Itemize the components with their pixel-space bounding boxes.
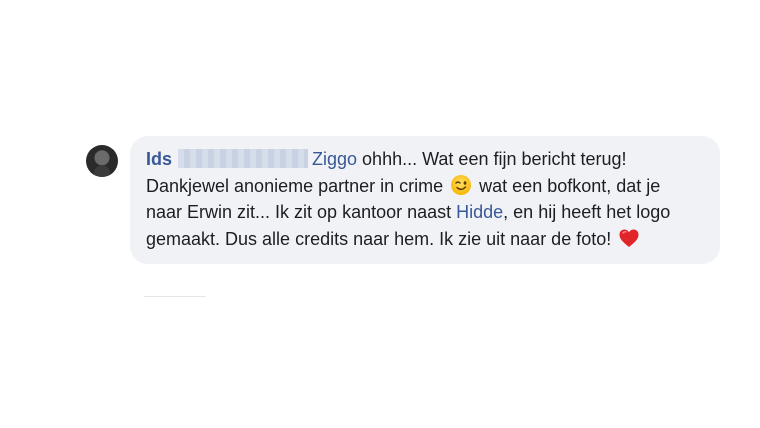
comment: Ids Ziggo ohhh... Wat een fijn bericht te… bbox=[86, 136, 720, 264]
redacted-name bbox=[178, 149, 309, 168]
red-heart-icon bbox=[618, 227, 640, 249]
comment-author[interactable]: Ids bbox=[146, 149, 172, 169]
mention-hidde[interactable]: Hidde bbox=[456, 202, 503, 222]
mention-ziggo[interactable]: Ziggo bbox=[312, 149, 357, 169]
comment-bubble: Ids Ziggo ohhh... Wat een fijn bericht te… bbox=[130, 136, 720, 264]
divider bbox=[144, 296, 206, 297]
avatar[interactable] bbox=[86, 145, 118, 177]
winking-face-icon bbox=[450, 174, 472, 196]
